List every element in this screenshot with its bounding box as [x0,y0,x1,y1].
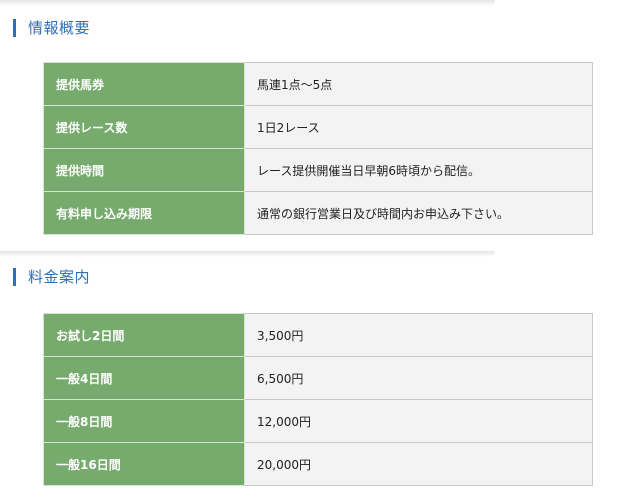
table-row: 一般8日間 12,000円 [43,399,593,443]
price-section-title: 料金案内 [28,268,91,286]
info-section-heading: 情報概要 [0,0,500,44]
plan-label: 一般8日間 [43,399,245,443]
row-value: 通常の銀行営業日及び時間内お申込み下さい。 [244,191,593,235]
heading-accent-bar [13,268,16,286]
table-row: 提供時間 レース提供開催当日早朝6時頃から配信。 [43,148,593,192]
table-row: 有料申し込み期限 通常の銀行営業日及び時間内お申込み下さい。 [43,191,593,235]
row-value: 馬連1点〜5点 [244,62,593,106]
price-table: お試し2日間 3,500円 一般4日間 6,500円 一般8日間 12,000円… [43,313,593,486]
row-label: 提供時間 [43,148,245,192]
row-label: 有料申し込み期限 [43,191,245,235]
row-value: レース提供開催当日早朝6時頃から配信。 [244,148,593,192]
plan-price: 12,000円 [244,399,593,443]
table-row: お試し2日間 3,500円 [43,313,593,357]
plan-label: お試し2日間 [43,313,245,357]
table-row: 一般16日間 20,000円 [43,442,593,486]
table-row: 提供レース数 1日2レース [43,105,593,149]
plan-price: 6,500円 [244,356,593,400]
row-label: 提供レース数 [43,105,245,149]
info-section-title: 情報概要 [28,19,91,37]
heading-accent-bar [13,19,16,37]
info-table: 提供馬券 馬連1点〜5点 提供レース数 1日2レース 提供時間 レース提供開催当… [43,62,593,235]
row-value: 1日2レース [244,105,593,149]
table-row: 一般4日間 6,500円 [43,356,593,400]
row-label: 提供馬券 [43,62,245,106]
plan-price: 3,500円 [244,313,593,357]
table-row: 提供馬券 馬連1点〜5点 [43,62,593,106]
plan-label: 一般4日間 [43,356,245,400]
plan-price: 20,000円 [244,442,593,486]
price-section-heading: 料金案内 [0,251,500,295]
plan-label: 一般16日間 [43,442,245,486]
